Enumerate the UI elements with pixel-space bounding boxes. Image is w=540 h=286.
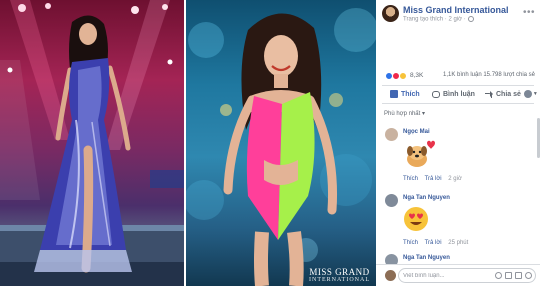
comment-meta: Thích Trả lời 25 phút xyxy=(403,240,473,246)
share-arrow-icon xyxy=(485,90,493,98)
post-sidebar: Miss Grand International Trang tạo thích… xyxy=(376,0,540,286)
page-name-link[interactable]: Miss Grand International xyxy=(403,5,509,15)
camera-icon[interactable] xyxy=(505,272,512,279)
comment-like-link[interactable]: Thích xyxy=(403,176,418,182)
emoji-icon[interactable] xyxy=(495,272,502,279)
heart-eyes-emoji xyxy=(404,207,428,231)
comment-item: Nga Tan Nguyen Thích Trả lời 25 phút xyxy=(376,194,540,250)
post-meta: Trang tạo thích · 2 giờ · xyxy=(403,16,474,23)
current-user-avatar xyxy=(385,270,396,281)
like-button[interactable]: Thích xyxy=(390,87,420,101)
post-header: Miss Grand International Trang tạo thích… xyxy=(376,0,540,28)
post-meta-text: Trang tạo thích · 2 giờ · xyxy=(403,16,466,23)
post-photo[interactable]: MISS GRAND INTERNATIONAL xyxy=(0,0,376,286)
dog-heart-sticker xyxy=(407,140,435,167)
composer-icons xyxy=(495,272,532,279)
share-button-label: Chia sẻ xyxy=(496,90,521,98)
gif-icon[interactable] xyxy=(515,272,522,279)
chevron-down-icon: ▼ xyxy=(532,91,538,97)
commenter-avatar[interactable] xyxy=(385,128,398,141)
comment-reply-link[interactable]: Trả lời xyxy=(425,176,442,182)
comment-meta: Thích Trả lời 2 giờ xyxy=(403,176,467,182)
comment-composer xyxy=(376,264,540,286)
commenter-name[interactable]: Nga Tan Nguyen xyxy=(403,195,450,201)
watermark-line1: MISS GRAND xyxy=(309,267,370,277)
divider xyxy=(382,103,534,104)
globe-icon xyxy=(467,16,474,22)
photo-right-contestant-swimsuit: MISS GRAND INTERNATIONAL xyxy=(186,0,376,286)
photo-left-contestant-gown xyxy=(0,0,184,286)
like-button-label: Thích xyxy=(401,90,420,98)
comment-button-label: Bình luận xyxy=(443,90,475,98)
thumbs-up-icon xyxy=(390,90,398,98)
photo-left-scene xyxy=(0,0,184,286)
comment-item: Ngọc Mai Thích Trả lời 2 giờ xyxy=(376,128,540,188)
comment-like-link[interactable]: Thích xyxy=(403,240,418,246)
more-options-icon[interactable]: ••• xyxy=(523,7,535,18)
post-actions: Thích Bình luận Chia sẻ ▼ xyxy=(376,87,540,101)
comment-bubble-icon xyxy=(432,90,440,98)
share-avatar xyxy=(523,90,532,98)
comment-timestamp[interactable]: 2 giờ xyxy=(448,176,462,182)
watermark-line2: INTERNATIONAL xyxy=(309,277,370,283)
reaction-count[interactable]: 8,3K xyxy=(410,72,423,79)
photo-watermark: MISS GRAND INTERNATIONAL xyxy=(309,267,370,284)
commenter-name[interactable]: Nga Tan Nguyen xyxy=(403,255,450,261)
comment-item: Nga Tan Nguyen xyxy=(376,254,540,267)
divider xyxy=(382,85,534,86)
photo-right-scene xyxy=(186,8,376,286)
reaction-icons xyxy=(385,72,407,80)
commenter-avatar[interactable] xyxy=(385,194,398,207)
comment-timestamp[interactable]: 25 phút xyxy=(448,240,468,246)
comment-reply-link[interactable]: Trả lời xyxy=(425,240,442,246)
reactions-summary[interactable]: 8,3K 1,1K bình luận 15.798 lượt chia sẻ xyxy=(376,70,540,82)
page-avatar[interactable] xyxy=(382,5,399,22)
sticker-icon[interactable] xyxy=(525,272,532,279)
commenter-name[interactable]: Ngọc Mai xyxy=(403,129,430,135)
comments-shares-count[interactable]: 1,1K bình luận 15.798 lượt chia sẻ xyxy=(443,72,535,78)
haha-reaction-icon xyxy=(399,72,407,80)
comment-sort-dropdown[interactable]: Phù hợp nhất ▾ xyxy=(384,110,425,117)
share-button[interactable]: Chia sẻ ▼ xyxy=(485,87,538,101)
